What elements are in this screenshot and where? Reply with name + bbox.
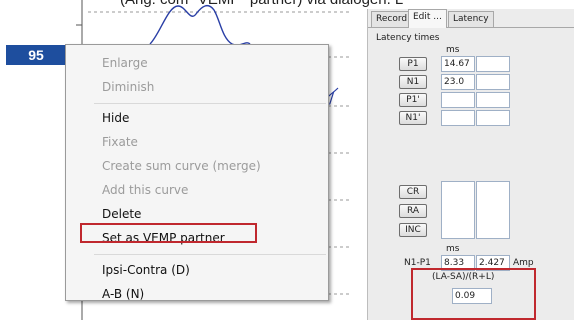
menu-item-ipsi-contra[interactable]: Ipsi-Contra (D) bbox=[102, 261, 190, 279]
inc-button[interactable]: INC bbox=[399, 223, 427, 237]
diff-ms-header: ms bbox=[446, 244, 460, 254]
menu-separator bbox=[94, 103, 326, 104]
p1-prime-extra-field[interactable] bbox=[476, 92, 510, 108]
latency-times-title: Latency times bbox=[376, 33, 440, 43]
tab-underline bbox=[368, 27, 574, 28]
context-menu: Enlarge Diminish Hide Fixate Create sum … bbox=[65, 44, 329, 301]
menu-item-diminish[interactable]: Diminish bbox=[102, 78, 154, 96]
p1-extra-field[interactable] bbox=[476, 56, 510, 72]
curve-number-badge[interactable]: 95 bbox=[6, 45, 66, 65]
menu-separator bbox=[94, 254, 326, 255]
n1-p1-label: N1-P1 bbox=[404, 258, 431, 268]
ms-column-header: ms bbox=[446, 45, 460, 55]
n1-extra-field[interactable] bbox=[476, 74, 510, 90]
marker-field-b[interactable] bbox=[476, 181, 510, 239]
menu-item-enlarge[interactable]: Enlarge bbox=[102, 54, 148, 72]
n1-prime-latency-field[interactable] bbox=[441, 110, 475, 126]
p1-latency-field[interactable]: 14.67 bbox=[441, 56, 475, 72]
menu-item-hide[interactable]: Hide bbox=[102, 109, 129, 127]
amp-label: Amp bbox=[513, 258, 534, 268]
ratio-highlight bbox=[411, 268, 536, 320]
menu-item-delete[interactable]: Delete bbox=[102, 205, 141, 223]
menu-item-fixate[interactable]: Fixate bbox=[102, 133, 138, 151]
menu-item-a-b[interactable]: A-B (N) bbox=[102, 285, 144, 303]
menu-item-create-sum-curve[interactable]: Create sum curve (merge) bbox=[102, 157, 261, 175]
p1-prime-button[interactable]: P1' bbox=[399, 93, 427, 107]
tab-record[interactable]: Record bbox=[371, 11, 413, 27]
ra-button[interactable]: RA bbox=[399, 204, 427, 218]
tab-latency[interactable]: Latency bbox=[448, 11, 494, 27]
tab-edit[interactable]: Edit ... bbox=[408, 9, 447, 28]
marker-field-a[interactable] bbox=[441, 181, 475, 239]
p1-button[interactable]: P1 bbox=[399, 57, 427, 71]
p1-prime-latency-field[interactable] bbox=[441, 92, 475, 108]
cr-button[interactable]: CR bbox=[399, 185, 427, 199]
n1-button[interactable]: N1 bbox=[399, 75, 427, 89]
n1-prime-button[interactable]: N1' bbox=[399, 111, 427, 125]
n1-prime-extra-field[interactable] bbox=[476, 110, 510, 126]
n1-latency-field[interactable]: 23.0 bbox=[441, 74, 475, 90]
vemp-partner-highlight bbox=[80, 223, 257, 243]
menu-item-add-this-curve[interactable]: Add this curve bbox=[102, 181, 188, 199]
